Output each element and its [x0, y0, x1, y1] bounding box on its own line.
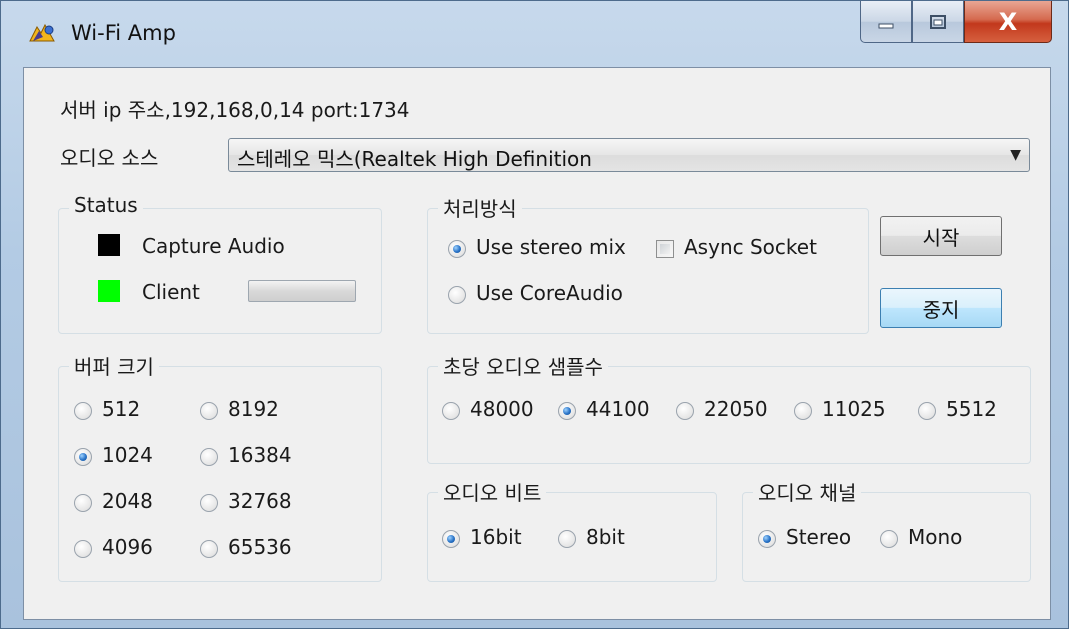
- buffer-size-group-title: 버퍼 크기: [69, 351, 159, 380]
- capture-indicator: [98, 234, 120, 256]
- status-group-title: Status: [69, 193, 143, 217]
- sample-rate-group-title: 초당 오디오 샘플수: [438, 351, 608, 380]
- title-bar[interactable]: Wi-Fi Amp X: [1, 1, 1068, 65]
- server-info-label: 서버 ip 주소,192,168,0,14 port:1734: [60, 98, 410, 122]
- app-window: Wi-Fi Amp X 서버 ip 주소,192,168,0,14 port:1…: [0, 0, 1069, 629]
- async-socket-checkbox[interactable]: [656, 240, 674, 258]
- audio-channel-radio[interactable]: [758, 530, 776, 548]
- sample-rate-option-label: 48000: [470, 397, 534, 421]
- sample-rate-option-label: 5512: [946, 397, 997, 421]
- buffer-radio[interactable]: [200, 448, 218, 466]
- audio-source-combo[interactable]: 스테레오 믹스(Realtek High Definition ▼: [228, 138, 1030, 172]
- audio-channel-radio[interactable]: [880, 530, 898, 548]
- sample-rate-option-label: 44100: [586, 397, 650, 421]
- start-button[interactable]: 시작: [880, 216, 1002, 256]
- chevron-down-icon: ▼: [1010, 147, 1021, 163]
- buffer-radio[interactable]: [74, 402, 92, 420]
- buffer-option-label: 4096: [102, 535, 153, 559]
- sample-rate-option-label: 11025: [822, 397, 886, 421]
- async-socket-label: Async Socket: [684, 235, 817, 259]
- caption-buttons: X: [860, 1, 1052, 45]
- capture-audio-label: Capture Audio: [142, 234, 285, 258]
- buffer-option-label: 512: [102, 397, 141, 421]
- audio-bits-option-label: 16bit: [470, 525, 522, 549]
- processing-option-label: Use CoreAudio: [476, 281, 623, 305]
- audio-bits-radio[interactable]: [558, 530, 576, 548]
- audio-channel-group-title: 오디오 채널: [753, 477, 862, 506]
- client-progress-bar: [248, 280, 356, 302]
- processing-group-title: 처리방식: [438, 193, 522, 222]
- audio-bits-group-title: 오디오 비트: [438, 477, 547, 506]
- buffer-radio[interactable]: [200, 540, 218, 558]
- client-area: 서버 ip 주소,192,168,0,14 port:1734 오디오 소스 스…: [23, 67, 1051, 620]
- buffer-option-label: 65536: [228, 535, 292, 559]
- close-icon: X: [998, 7, 1018, 36]
- buffer-radio[interactable]: [74, 540, 92, 558]
- audio-bits-radio[interactable]: [442, 530, 460, 548]
- sample-rate-radio[interactable]: [794, 402, 812, 420]
- audio-bits-option-label: 8bit: [586, 525, 625, 549]
- stop-button[interactable]: 중지: [880, 288, 1002, 328]
- minimize-icon: [878, 23, 894, 28]
- client-indicator: [98, 280, 120, 302]
- buffer-option-label: 32768: [228, 489, 292, 513]
- close-button[interactable]: X: [964, 1, 1052, 43]
- buffer-option-label: 8192: [228, 397, 279, 421]
- processing-radio[interactable]: [448, 240, 466, 258]
- sample-rate-radio[interactable]: [918, 402, 936, 420]
- window-title: Wi-Fi Amp: [71, 21, 176, 45]
- buffer-radio[interactable]: [74, 494, 92, 512]
- buffer-radio[interactable]: [200, 402, 218, 420]
- sample-rate-option-label: 22050: [704, 397, 768, 421]
- audio-channel-option-label: Stereo: [786, 525, 852, 549]
- buffer-radio[interactable]: [200, 494, 218, 512]
- maximize-button[interactable]: [912, 1, 964, 43]
- audio-source-label: 오디오 소스: [60, 146, 159, 170]
- wifi-amp-icon: [29, 23, 55, 42]
- sample-rate-radio[interactable]: [442, 402, 460, 420]
- buffer-option-label: 1024: [102, 443, 153, 467]
- sample-rate-radio[interactable]: [558, 402, 576, 420]
- buffer-option-label: 16384: [228, 443, 292, 467]
- status-group: Status: [58, 193, 382, 334]
- processing-group: 처리방식: [427, 193, 869, 334]
- buffer-radio[interactable]: [74, 448, 92, 466]
- audio-source-value: 스테레오 믹스(Realtek High Definition: [237, 147, 592, 171]
- minimize-button[interactable]: [860, 1, 912, 43]
- sample-rate-radio[interactable]: [676, 402, 694, 420]
- buffer-option-label: 2048: [102, 489, 153, 513]
- processing-radio[interactable]: [448, 286, 466, 304]
- processing-option-label: Use stereo mix: [476, 235, 626, 259]
- maximize-icon: [930, 14, 946, 29]
- audio-channel-option-label: Mono: [908, 525, 963, 549]
- client-label: Client: [142, 280, 200, 304]
